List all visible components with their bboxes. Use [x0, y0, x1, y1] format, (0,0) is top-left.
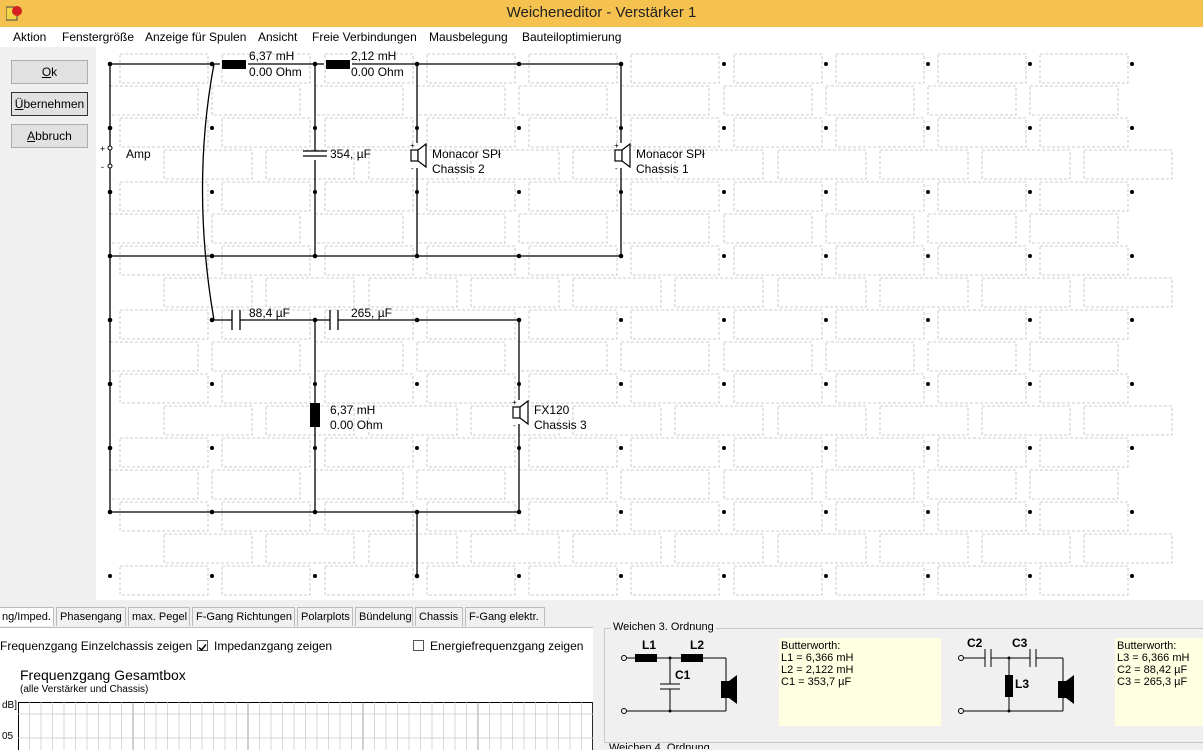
plot-grid: [18, 702, 593, 750]
energy-checkbox[interactable]: [413, 640, 424, 651]
chassis1-name[interactable]: Monacor SPł: [636, 147, 706, 161]
amp-minus: -: [101, 160, 104, 174]
tab-max-pegel[interactable]: max. Pegel: [128, 607, 190, 626]
amp-label: Amp: [126, 147, 151, 161]
frequency-panel: Frequenzgang Einzelchassis zeigen Impeda…: [0, 627, 593, 750]
inductor-l1: [222, 60, 246, 69]
highpass-label-l3: L3: [1015, 677, 1029, 691]
l2-resistance: 0.00 Ohm: [351, 65, 404, 79]
c3-value[interactable]: 265, µF: [351, 306, 392, 320]
tab-f-gang-richtungen[interactable]: F-Gang Richtungen: [192, 607, 295, 626]
highpass-schematic: [955, 635, 1115, 735]
l2-value[interactable]: 2,12 mH: [351, 49, 396, 63]
chassis2-name[interactable]: Monacor SPł: [432, 147, 502, 161]
l1-value[interactable]: 6,37 mH: [249, 49, 294, 63]
group-title: Weichen 3. Ordnung: [611, 621, 716, 633]
chassis1-label: Chassis 1: [636, 162, 689, 176]
menu-bauteiloptimierung[interactable]: Bauteiloptimierung: [522, 30, 621, 44]
menu-mausbelegung[interactable]: Mausbelegung: [429, 30, 508, 44]
tab-phasengang[interactable]: Phasengang: [56, 607, 126, 626]
c2-value[interactable]: 88,4 µF: [249, 306, 290, 320]
menu-aktion[interactable]: Aktion: [13, 30, 46, 44]
next-group-title: Weichen 4. Ordnung: [609, 742, 710, 749]
checkmark-icon: [198, 643, 207, 652]
l3-value[interactable]: 6,37 mH: [330, 403, 375, 417]
highpass-label-c2: C2: [967, 636, 982, 650]
menu-ansicht[interactable]: Ansicht: [258, 30, 297, 44]
menu-anzeige-spulen[interactable]: Anzeige für Spulen: [145, 30, 246, 44]
tab-buendelung[interactable]: Bündelung: [355, 607, 413, 626]
l3-resistance: 0.00 Ohm: [330, 418, 383, 432]
amp-plus: +: [100, 142, 105, 156]
svg-text:-: -: [513, 421, 516, 430]
cancel-button[interactable]: Abbruch: [11, 124, 88, 148]
menu-fenstergroesse[interactable]: Fenstergröße: [62, 30, 134, 44]
tab-freq-imped[interactable]: ng/Imped.: [0, 607, 54, 626]
tab-polarplots[interactable]: Polarplots: [297, 607, 353, 626]
chassis2-label: Chassis 2: [432, 162, 485, 176]
tab-f-gang-elektr[interactable]: F-Gang elektr.: [465, 607, 545, 626]
lowpass-label-l1: L1: [642, 638, 656, 652]
svg-text:+: +: [410, 141, 415, 150]
window-title: Weicheneditor - Verstärker 1: [0, 4, 1203, 21]
reference-group: Weichen 3. Ordnung L1 L2 C1 Butterworth:…: [604, 628, 1203, 743]
svg-text:+: +: [614, 141, 619, 150]
lowpass-note: Butterworth: L1 = 6,366 mH L2 = 2,122 mH…: [779, 638, 941, 726]
inductor-l3: [310, 403, 320, 427]
inductor-l2: [326, 60, 350, 69]
option-impedance[interactable]: Impedanzgang zeigen: [214, 639, 332, 653]
circuit-canvas[interactable]: + - + - + - + - Amp 6,37 mH 0.00 Ohm 2,12 m…: [96, 47, 1203, 600]
plot-unit: dB]: [2, 700, 17, 711]
plot-title: Frequenzgang Gesamtbox: [20, 667, 186, 683]
highpass-note: Butterworth: L3 = 6,366 mH C2 = 88,42 µF…: [1115, 638, 1203, 726]
chassis3-name[interactable]: FX120: [534, 403, 569, 417]
svg-text:-: -: [615, 164, 618, 173]
highpass-label-c3: C3: [1012, 636, 1027, 650]
svg-text:+: +: [512, 398, 517, 407]
menu-freie-verbindungen[interactable]: Freie Verbindungen: [312, 30, 417, 44]
apply-button[interactable]: Übernehmen: [11, 92, 88, 116]
menu-bar: Aktion Fenstergröße Anzeige für Spulen A…: [0, 27, 1203, 47]
plot-subtitle: (alle Verstärker und Chassis): [20, 684, 148, 695]
tab-chassis[interactable]: Chassis: [415, 607, 463, 626]
c1-value[interactable]: 354, µF: [330, 147, 371, 161]
option-energy[interactable]: Energiefrequenzgang zeigen: [430, 639, 583, 653]
option-single-chassis[interactable]: Frequenzgang Einzelchassis zeigen: [0, 639, 192, 653]
plot-tick: 05: [2, 731, 13, 742]
impedance-checkbox[interactable]: [197, 640, 208, 651]
ok-button[interactable]: Ok: [11, 60, 88, 84]
title-bar: Weicheneditor - Verstärker 1: [0, 0, 1203, 27]
button-column: Ok Übernehmen Abbruch: [0, 47, 96, 600]
l1-resistance: 0.00 Ohm: [249, 65, 302, 79]
lowpass-label-c1: C1: [675, 668, 690, 682]
chassis3-label: Chassis 3: [534, 418, 587, 432]
lowpass-label-l2: L2: [690, 638, 704, 652]
svg-text:-: -: [411, 164, 414, 173]
circuit-wires: + - + - + -: [96, 47, 1203, 600]
